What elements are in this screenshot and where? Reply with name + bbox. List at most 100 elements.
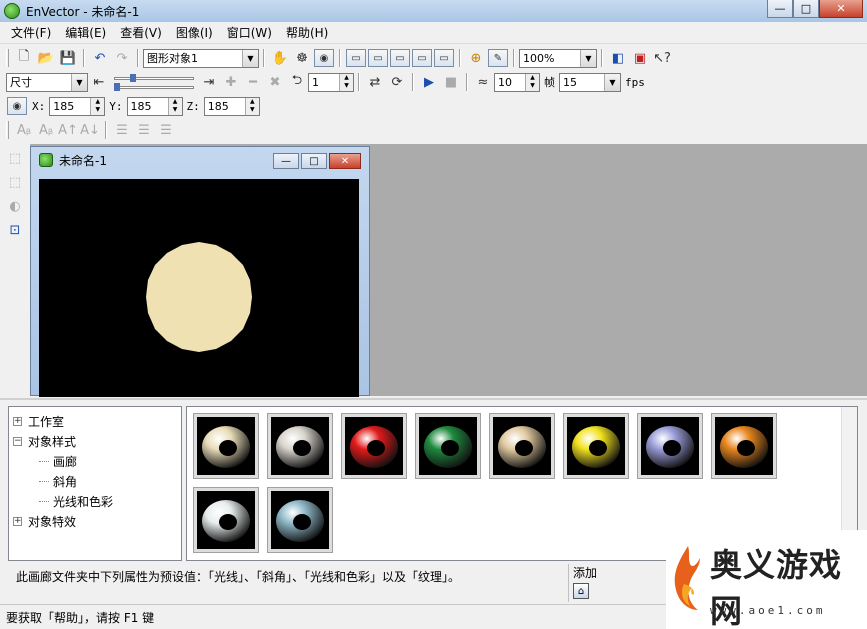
layer-forward-icon[interactable]: ▭ [368,49,388,67]
z-spinner[interactable]: 185 ▲ ▼ [203,96,260,116]
position-lock-icon[interactable]: ◉ [7,97,27,115]
object-select[interactable]: 图形对象1 ▼ [143,48,259,68]
remove-frame-icon[interactable]: ━ [242,72,264,92]
shape-tool-icon[interactable]: ◐ [4,196,26,216]
style-thumbnail[interactable] [637,413,703,479]
document-restore-button[interactable]: □ [301,153,327,169]
motion-path-icon[interactable]: ≈ [472,72,494,92]
save-icon[interactable]: 💾 [57,48,79,68]
context-help-icon[interactable]: ↖? [651,48,673,68]
align-center-icon[interactable]: ☰ [133,120,155,140]
style-thumbnail[interactable] [489,413,555,479]
y-spinner[interactable]: 185 ▲ ▼ [126,96,183,116]
slider-start-icon[interactable]: ⇤ [88,72,110,92]
align-left-icon[interactable]: ☰ [111,120,133,140]
tree-label: 斜角 [53,474,78,489]
style-thumbnail[interactable] [415,413,481,479]
text-bold-icon[interactable]: Aᵦ [13,120,35,140]
menu-image[interactable]: 图像(I) [169,24,220,41]
expand-icon[interactable]: + [13,416,22,426]
chevron-down-icon: ▼ [580,49,596,67]
open-folder-icon[interactable]: 📂 [35,48,57,68]
document-close-button[interactable]: ✕ [329,153,361,169]
menu-help[interactable]: 帮助(H) [279,24,335,41]
render-icon[interactable]: ◧ [607,48,629,68]
slider-end-icon[interactable]: ⇥ [198,72,220,92]
layer-back-icon[interactable]: ▭ [412,49,432,67]
close-button[interactable]: ✕ [819,0,863,18]
menu-file[interactable]: 文件(F) [4,24,58,41]
loop-back-icon[interactable]: ⮌ [286,72,308,92]
menu-view[interactable]: 查看(V) [113,24,169,41]
size-slider[interactable] [114,72,194,92]
slider-thumb[interactable] [130,74,136,82]
toolbar-grip[interactable] [6,49,9,67]
thumbnail-preview [715,417,773,475]
tree-item-studio[interactable]: + 工作室 [13,411,181,431]
play-icon[interactable]: ▶ [418,72,440,92]
torus-icon [276,500,324,542]
style-tree: + 工作室 − 对象样式 画廊 斜角 光线和色彩 + 对象特效 [8,406,182,561]
tree-item-bevel[interactable]: 斜角 [13,471,181,491]
tree-label: 工作室 [28,414,65,429]
add-frame-icon[interactable]: ✚ [220,72,242,92]
minimize-button[interactable]: — [767,0,793,18]
menu-window[interactable]: 窗口(W) [220,24,279,41]
text-tool-icon[interactable]: ⬚ [4,148,26,168]
expand-icon[interactable]: + [13,516,22,526]
select-tool-icon[interactable]: ⊡ [4,220,26,240]
size-select[interactable]: 尺寸 ▼ [6,72,88,92]
layer-front-icon[interactable]: ▭ [346,49,366,67]
hand-pan-icon[interactable]: ✋ [269,48,291,68]
document-title: 未命名-1 [59,153,107,168]
text-frame-icon[interactable]: ⬚ [4,172,26,192]
frame-spinner[interactable]: 1 ▲ ▼ [308,72,354,92]
fps-select[interactable]: 15 ▼ [559,72,621,92]
text-grow-icon[interactable]: A↑ [57,120,79,140]
select-object-icon[interactable]: ◉ [314,49,334,67]
tree-item-gallery[interactable]: 画廊 [13,451,181,471]
align-right-icon[interactable]: ☰ [155,120,177,140]
x-spinner[interactable]: 185 ▲ ▼ [49,96,106,116]
layer-flat-icon[interactable]: ▭ [434,49,454,67]
layer-backward-icon[interactable]: ▭ [390,49,410,67]
loop-icon[interactable]: ⇄ [364,72,386,92]
collapse-icon[interactable]: − [13,436,22,446]
watermark: 奥义游戏网 www.aoe1.com [666,530,867,629]
undo-icon[interactable]: ↶ [89,48,111,68]
rotate-hand-icon[interactable]: ☸ [291,48,313,68]
document-minimize-button[interactable]: — [273,153,299,169]
style-thumbnail[interactable] [193,487,259,553]
style-thumbnail[interactable] [193,413,259,479]
style-thumbnail[interactable] [711,413,777,479]
zoom-select[interactable]: 100% ▼ [519,48,597,68]
style-thumbnail[interactable] [341,413,407,479]
menu-edit[interactable]: 编辑(E) [58,24,113,41]
text-shrink-icon[interactable]: A↓ [79,120,101,140]
cycle-icon[interactable]: ⟳ [386,72,408,92]
document-window[interactable]: 未命名-1 — □ ✕ [30,146,370,397]
torus-icon [350,426,398,468]
tree-item-lighting-color[interactable]: 光线和色彩 [13,491,181,511]
style-thumbnail[interactable] [267,487,333,553]
style-thumbnail[interactable] [267,413,333,479]
gallery-icon[interactable]: ▣ [629,48,651,68]
chevron-down-icon: ▼ [604,73,620,91]
redo-icon[interactable]: ↷ [111,48,133,68]
text-italic-icon[interactable]: Aᵦ [35,120,57,140]
step-spinner[interactable]: 10 ▲ ▼ [494,72,540,92]
edit-canvas-icon[interactable]: ✎ [488,49,508,67]
delete-frame-icon[interactable]: ✖ [264,72,286,92]
new-file-icon[interactable]: 🗋 [13,48,35,68]
maximize-button[interactable]: □ [793,0,819,18]
toolbar-grip[interactable] [6,121,9,139]
circle-shape[interactable] [146,242,252,352]
add-style-icon[interactable]: ⌂ [573,583,589,599]
tree-item-object-effects[interactable]: + 对象特效 [13,511,181,531]
drawing-canvas[interactable] [39,179,359,397]
stop-icon[interactable]: ■ [440,72,462,92]
style-thumbnail[interactable] [563,413,629,479]
slider-thumb[interactable] [114,83,120,91]
globe-icon[interactable]: ⊕ [465,48,487,68]
tree-item-object-style[interactable]: − 对象样式 [13,431,181,451]
